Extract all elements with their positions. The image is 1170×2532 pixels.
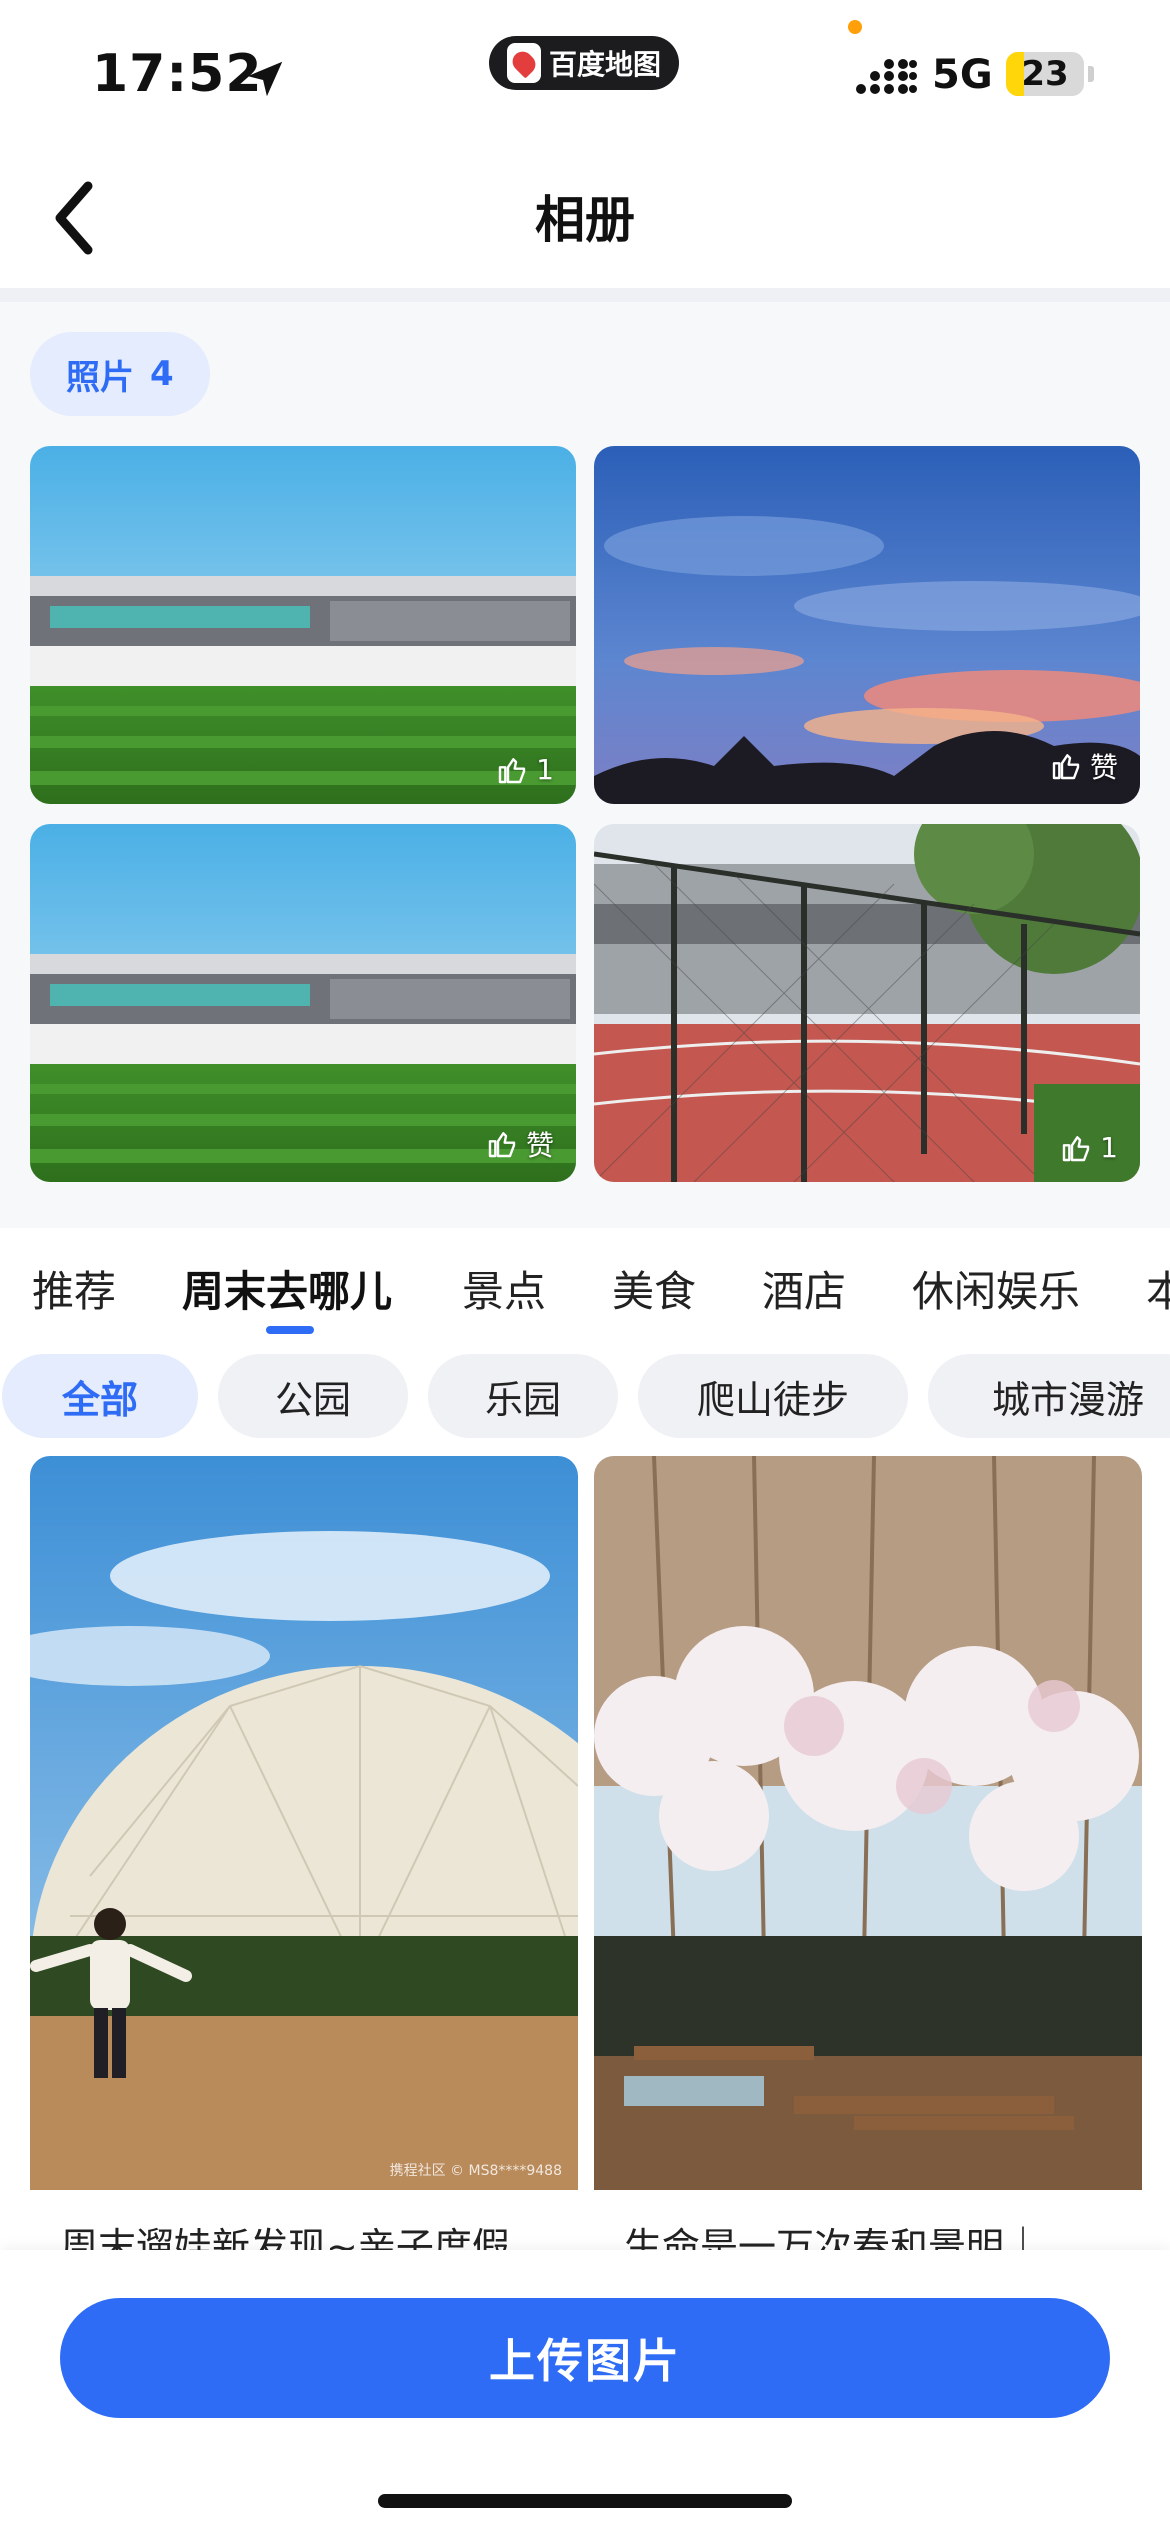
location-arrow-icon bbox=[247, 61, 283, 97]
tab-more[interactable]: 本 bbox=[1146, 1258, 1170, 1319]
nav-bar: 相册 bbox=[0, 150, 1170, 288]
battery-icon: 23 bbox=[1006, 52, 1084, 96]
tab-weekend[interactable]: 周末去哪儿 bbox=[182, 1258, 392, 1319]
stadium-photo bbox=[30, 446, 576, 804]
network-type: 5G bbox=[932, 52, 993, 98]
like-badge[interactable]: 赞 bbox=[486, 1124, 554, 1164]
dome-photo bbox=[30, 1456, 578, 2190]
like-count: 赞 bbox=[525, 1129, 554, 1162]
like-count: 赞 bbox=[1089, 751, 1118, 784]
tab-recommend[interactable]: 推荐 bbox=[32, 1258, 116, 1319]
active-tab-indicator bbox=[266, 1326, 314, 1334]
thumbs-up-icon bbox=[488, 1132, 516, 1158]
feed-card-caption: 周末遛娃新发现~亲子度假 bbox=[60, 2225, 510, 2252]
magnolia-garden-photo bbox=[594, 1456, 1142, 2190]
filter-city-walk[interactable]: 城市漫游 bbox=[928, 1354, 1170, 1438]
upload-image-button[interactable]: 上传图片 bbox=[60, 2298, 1110, 2418]
battery-cap bbox=[1088, 66, 1094, 82]
divider bbox=[0, 288, 1170, 302]
filter-amusement-park[interactable]: 乐园 bbox=[428, 1354, 618, 1438]
baidu-map-pin-icon bbox=[507, 43, 541, 83]
app-pill-label: 百度地图 bbox=[549, 48, 662, 81]
feed-card[interactable]: 生命是一万次春和景明｜ bbox=[594, 1456, 1142, 2252]
photo-tile[interactable]: 赞 bbox=[30, 824, 576, 1182]
photo-count-chip[interactable]: 照片 4 bbox=[30, 332, 210, 416]
status-time: 17:52 bbox=[92, 44, 263, 104]
photo-count: 4 bbox=[150, 354, 174, 394]
cellular-signal-icon bbox=[856, 59, 917, 94]
status-bar: 17:52 百度地图 5G 23 bbox=[0, 0, 1170, 150]
feed-card[interactable]: 携程社区 © MS8****9488 周末遛娃新发现~亲子度假 bbox=[30, 1456, 578, 2252]
like-badge[interactable]: 1 bbox=[1060, 1131, 1118, 1164]
tab-leisure[interactable]: 休闲娱乐 bbox=[912, 1258, 1080, 1319]
filter-park[interactable]: 公园 bbox=[218, 1354, 408, 1438]
battery-level: 23 bbox=[1021, 54, 1069, 94]
tab-attractions[interactable]: 景点 bbox=[462, 1258, 546, 1319]
like-count: 1 bbox=[536, 753, 554, 786]
photo-tile[interactable]: 赞 bbox=[594, 446, 1140, 804]
feed: 携程社区 © MS8****9488 周末遛娃新发现~亲子度假 生命是一万次春和… bbox=[0, 1452, 1170, 2252]
recording-indicator-dot bbox=[848, 20, 862, 34]
like-badge[interactable]: 赞 bbox=[1050, 746, 1118, 786]
home-indicator[interactable] bbox=[378, 2494, 792, 2508]
album-section: 照片 4 1 赞 赞 1 bbox=[0, 302, 1170, 1228]
like-badge[interactable]: 1 bbox=[496, 753, 554, 786]
tab-food[interactable]: 美食 bbox=[612, 1258, 696, 1319]
photo-tile[interactable]: 1 bbox=[30, 446, 576, 804]
tab-hotels[interactable]: 酒店 bbox=[762, 1258, 846, 1319]
feed-card-caption: 生命是一万次春和景明｜ bbox=[624, 2225, 1043, 2252]
running-track-photo bbox=[594, 824, 1140, 1182]
image-watermark: 携程社区 © MS8****9488 bbox=[389, 2163, 562, 2179]
like-count: 1 bbox=[1100, 1131, 1118, 1164]
sub-filters: 全部 公园 乐园 爬山徒步 城市漫游 bbox=[0, 1338, 1170, 1452]
photo-count-label: 照片 bbox=[66, 357, 134, 398]
category-tabs: 推荐 周末去哪儿 景点 美食 酒店 休闲娱乐 本 bbox=[0, 1228, 1170, 1338]
back-to-app-pill[interactable]: 百度地图 bbox=[489, 36, 679, 90]
thumbs-up-icon bbox=[1052, 754, 1080, 780]
page-title: 相册 bbox=[535, 191, 635, 249]
bottom-bar: 上传图片 bbox=[0, 2250, 1170, 2532]
thumbs-up-icon bbox=[498, 757, 526, 783]
filter-all[interactable]: 全部 bbox=[2, 1354, 198, 1438]
filter-hiking[interactable]: 爬山徒步 bbox=[638, 1354, 908, 1438]
thumbs-up-icon bbox=[1062, 1135, 1090, 1161]
photo-tile[interactable]: 1 bbox=[594, 824, 1140, 1182]
